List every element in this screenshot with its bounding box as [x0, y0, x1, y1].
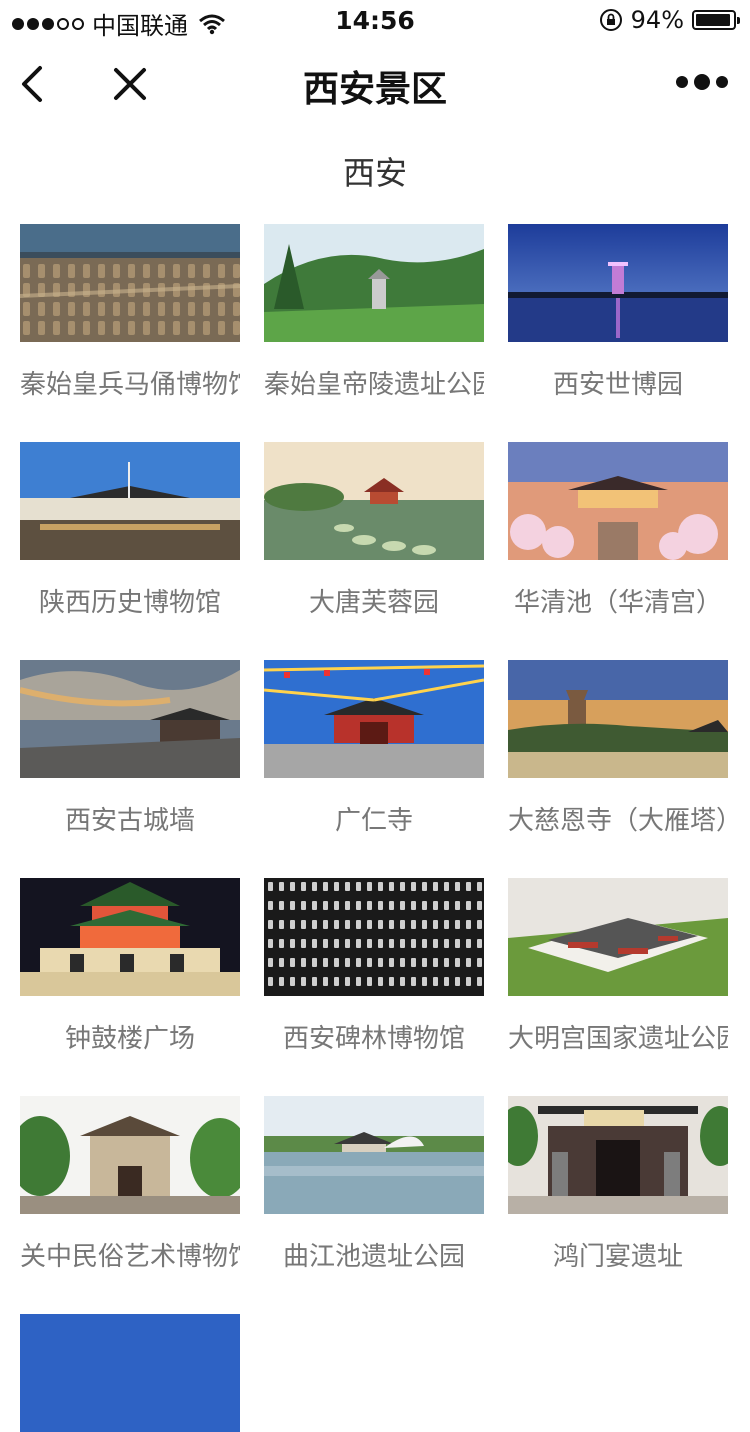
- scenic-spot-card[interactable]: 关中民俗艺术博物馆: [20, 1096, 240, 1273]
- scenic-spot-card[interactable]: 大唐芙蓉园: [264, 442, 484, 619]
- more-options-icon[interactable]: [676, 74, 728, 90]
- scenic-spot-card[interactable]: 秦始皇兵马俑博物馆: [20, 224, 240, 401]
- scenic-spot-thumbnail[interactable]: [264, 224, 484, 342]
- section-title: 西安: [342, 154, 407, 192]
- scenic-spot-thumbnail[interactable]: [20, 878, 240, 996]
- status-right: 94%: [599, 6, 740, 34]
- scenic-spot-card[interactable]: 西安世博园: [508, 224, 728, 401]
- scenic-spot-thumbnail[interactable]: [264, 1096, 484, 1214]
- scenic-spot-label: 秦始皇兵马俑博物馆: [20, 370, 240, 400]
- page-title: 西安景区: [302, 69, 447, 110]
- scenic-spot-thumbnail[interactable]: [264, 442, 484, 560]
- scenic-spot-label: 华清池（华清宫）: [513, 588, 722, 618]
- scenic-spot-thumbnail[interactable]: [20, 442, 240, 560]
- scenic-spot-label: 大慈恩寺（大雁塔）: [508, 806, 728, 836]
- scenic-spot-label: 大唐芙蓉园: [308, 588, 439, 618]
- battery-icon: [692, 10, 740, 30]
- scenic-spot-thumbnail[interactable]: [20, 660, 240, 778]
- scenic-spot-card[interactable]: 钟鼓楼广场: [20, 878, 240, 1055]
- rotation-lock-icon: [599, 9, 622, 31]
- scenic-spot-card[interactable]: 西安碑林博物馆: [264, 878, 484, 1055]
- scenic-spot-label: 西安世博园: [552, 370, 683, 400]
- scenic-spot-thumbnail[interactable]: [20, 1096, 240, 1214]
- scenic-spot-card[interactable]: 大慈恩寺（大雁塔）: [508, 660, 728, 837]
- scenic-spot-label: 秦始皇帝陵遗址公园: [264, 370, 484, 400]
- scenic-spot-thumbnail[interactable]: [264, 660, 484, 778]
- scenic-spot-thumbnail[interactable]: [264, 878, 484, 996]
- scenic-spot-label: 陕西历史博物馆: [38, 588, 221, 618]
- scenic-spot-label: 关中民俗艺术博物馆: [20, 1242, 240, 1272]
- scenic-spot-label: 广仁寺: [334, 806, 413, 836]
- scenic-spot-card[interactable]: 曲江池遗址公园: [264, 1096, 484, 1273]
- scenic-spot-thumbnail[interactable]: [508, 878, 728, 996]
- status-bar: 中国联通 14:56 94%: [0, 0, 750, 40]
- scenic-spot-thumbnail[interactable]: [508, 224, 728, 342]
- scenic-spot-label: 曲江池遗址公园: [282, 1242, 465, 1272]
- scenic-spot-thumbnail[interactable]: [20, 224, 240, 342]
- scenic-spot-thumbnail[interactable]: [508, 1096, 728, 1214]
- scenic-spot-thumbnail[interactable]: [20, 1314, 240, 1432]
- scenic-spot-card[interactable]: 秦始皇帝陵遗址公园: [264, 224, 484, 401]
- scenic-spot-label: 大明宫国家遗址公园: [508, 1024, 728, 1054]
- scenic-spot-thumbnail[interactable]: [508, 660, 728, 778]
- scenic-spot-label: 钟鼓楼广场: [64, 1024, 195, 1054]
- scenic-spot-card[interactable]: 华清池（华清宫）: [508, 442, 728, 619]
- scenic-spot-card[interactable]: 西安古城墙: [20, 660, 240, 837]
- scenic-spot-card[interactable]: 大明宫国家遗址公园: [508, 878, 728, 1055]
- scenic-spot-card[interactable]: 广仁寺: [264, 660, 484, 837]
- scenic-spot-thumbnail[interactable]: [508, 442, 728, 560]
- scenic-spot-card[interactable]: 陕西历史博物馆: [20, 442, 240, 619]
- scenic-spot-card[interactable]: 鸿门宴遗址: [508, 1096, 728, 1273]
- scenic-spot-label: 西安碑林博物馆: [282, 1024, 465, 1054]
- scenic-spot-card[interactable]: [20, 1314, 240, 1432]
- scenic-spot-label: 西安古城墙: [64, 806, 195, 836]
- scenic-spot-label: 鸿门宴遗址: [552, 1242, 683, 1272]
- nav-bar: 西安景区: [0, 40, 750, 128]
- battery-percent: 94%: [630, 6, 684, 34]
